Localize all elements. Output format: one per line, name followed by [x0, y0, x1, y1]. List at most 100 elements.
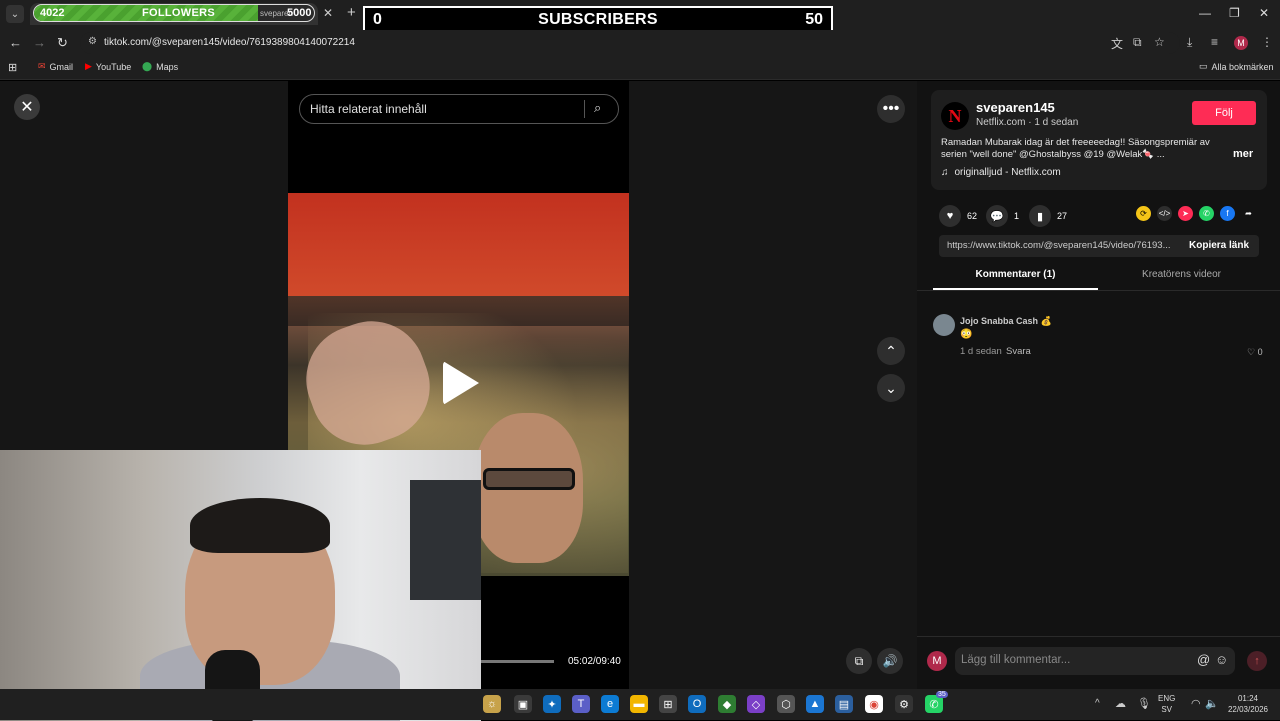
office-icon[interactable]: ◇: [747, 695, 765, 713]
bookmark-icon: ▮: [1029, 205, 1051, 227]
music-label: originalljud - Netflix.com: [954, 167, 1061, 178]
window-close-icon[interactable]: ✕: [1259, 6, 1269, 20]
menu-icon[interactable]: ⋮: [1261, 35, 1273, 49]
media-controls-icon[interactable]: ≡: [1211, 35, 1218, 49]
comment-input[interactable]: Lägg till kommentar... @ ☺: [955, 647, 1235, 675]
commenter-name[interactable]: Jojo Snabba Cash 💰: [960, 316, 1052, 327]
post-info-card: N sveparen145 Netflix.com · 1 d sedan Fö…: [931, 90, 1267, 190]
subscribers-goal: 50: [805, 11, 823, 28]
copy-link-button[interactable]: Kopiera länk: [1189, 240, 1249, 251]
minimize-icon[interactable]: —: [1199, 6, 1211, 20]
follow-button[interactable]: Följ: [1192, 101, 1256, 125]
bookmark-label: Gmail: [49, 61, 74, 72]
back-icon[interactable]: ←: [9, 35, 22, 50]
photos-icon[interactable]: ▲: [806, 695, 824, 713]
author-subline: Netflix.com · 1 d sedan: [976, 117, 1079, 128]
bookmark-gmail[interactable]: ✉ Gmail: [38, 61, 73, 72]
save-action[interactable]: ▮ 27: [1029, 205, 1067, 227]
translate-icon[interactable]: 文: [1111, 35, 1123, 52]
music-link[interactable]: ♫ originalljud - Netflix.com: [941, 167, 1061, 178]
edge-icon[interactable]: e: [601, 695, 619, 713]
more-button[interactable]: mer: [1233, 148, 1253, 160]
youtube-icon: ▶: [85, 61, 92, 71]
bookmark-star-icon[interactable]: ☆: [1154, 35, 1165, 49]
apps-grid-icon[interactable]: ⊞: [8, 61, 17, 74]
volume-icon[interactable]: 🔊: [877, 648, 903, 674]
comment-text: 😳: [960, 329, 973, 340]
tab-creator-videos[interactable]: Kreatörens videor: [1099, 269, 1264, 280]
like-action[interactable]: ♥ 62: [939, 205, 977, 227]
repost-icon[interactable]: ⟳: [1136, 206, 1151, 221]
comment-like[interactable]: ♡ 0: [1247, 347, 1263, 358]
microphone-icon[interactable]: 🎙: [1137, 697, 1151, 710]
speaker-icon[interactable]: 🔈: [1205, 697, 1219, 710]
picture-in-picture-icon[interactable]: ⧉: [846, 648, 872, 674]
cast-icon[interactable]: ⧉: [1133, 35, 1142, 50]
next-video-icon[interactable]: ⌄: [877, 374, 905, 402]
share-link-url[interactable]: https://www.tiktok.com/@sveparen145/vide…: [947, 240, 1171, 251]
shield-icon[interactable]: ◆: [718, 695, 736, 713]
emoji-icon[interactable]: ☺: [1215, 652, 1228, 667]
new-tab-icon[interactable]: +: [347, 4, 356, 21]
related-search-input[interactable]: Hitta relaterat innehåll ⌕: [299, 94, 619, 124]
language-indicator[interactable]: ENG SV: [1158, 693, 1175, 715]
clock[interactable]: 01:24 22/03/2026: [1223, 693, 1273, 715]
onedrive-icon[interactable]: ☁: [1115, 697, 1126, 710]
send-comment-icon[interactable]: ↑: [1247, 651, 1267, 671]
video-time: 05:02/09:40: [568, 656, 621, 667]
forward-icon[interactable]: →: [33, 35, 46, 50]
downloads-icon[interactable]: ⤓: [1187, 35, 1192, 50]
site-info-icon[interactable]: ⚙: [88, 36, 97, 47]
teams-icon[interactable]: T: [572, 695, 590, 713]
play-icon[interactable]: [443, 361, 483, 407]
previous-video-icon[interactable]: ⌃: [877, 337, 905, 365]
store-icon[interactable]: ⊞: [659, 695, 677, 713]
user-avatar: M: [927, 651, 947, 671]
video-area: ✕ Hitta relaterat innehåll ⌕ ••• ⌃ ⌄ 05:…: [0, 81, 917, 721]
bookmark-youtube[interactable]: ▶ YouTube: [85, 61, 131, 72]
post-details-panel: N sveparen145 Netflix.com · 1 d sedan Fö…: [917, 81, 1280, 689]
author-username[interactable]: sveparen145: [976, 100, 1055, 115]
outlook-icon[interactable]: O: [688, 695, 706, 713]
tiktok-page: ✕ Hitta relaterat innehåll ⌕ ••• ⌃ ⌄ 05:…: [0, 81, 1280, 721]
task-view-icon[interactable]: ▣: [514, 695, 532, 713]
settings-gear-icon[interactable]: ⚙: [895, 695, 913, 713]
cube-icon[interactable]: ⬡: [777, 695, 795, 713]
widgets-icon[interactable]: ☼: [483, 695, 501, 713]
embed-icon[interactable]: </>: [1157, 206, 1172, 221]
clock-time: 01:24: [1237, 694, 1259, 703]
netflix-avatar-icon[interactable]: N: [941, 102, 969, 130]
facebook-icon[interactable]: f: [1220, 206, 1235, 221]
bookmark-maps[interactable]: ⬤ Maps: [142, 61, 178, 72]
chrome-icon[interactable]: ◉: [865, 695, 883, 713]
tab-search-button[interactable]: ⌄: [6, 5, 24, 23]
search-icon[interactable]: ⌕: [594, 100, 601, 116]
share-icon[interactable]: ➦: [1241, 206, 1256, 221]
tab-divider: [917, 290, 1280, 291]
tray-chevron-icon[interactable]: ^: [1095, 698, 1100, 709]
mention-icon[interactable]: @: [1197, 652, 1210, 667]
address-bar-url[interactable]: tiktok.com/@sveparen145/video/7619389804…: [104, 37, 355, 48]
reload-icon[interactable]: ↻: [57, 35, 68, 51]
comment-action[interactable]: 💬 1: [986, 205, 1019, 227]
webcam-scene-hair: [190, 498, 330, 553]
commenter-avatar[interactable]: [933, 314, 955, 336]
close-video-icon[interactable]: ✕: [14, 94, 40, 120]
copilot-icon[interactable]: ✦: [543, 695, 561, 713]
folder-icon: ▭: [1199, 61, 1208, 71]
remote-desktop-icon[interactable]: ▤: [835, 695, 853, 713]
reply-button[interactable]: Svara: [1006, 346, 1031, 357]
like-count: 62: [967, 211, 978, 221]
restore-icon[interactable]: ❐: [1229, 6, 1240, 20]
file-explorer-icon[interactable]: ▬: [630, 695, 648, 713]
tab-comments[interactable]: Kommentarer (1): [933, 269, 1098, 280]
more-options-icon[interactable]: •••: [877, 95, 905, 123]
tab-close-icon[interactable]: ✕: [323, 6, 333, 20]
all-bookmarks[interactable]: ▭ Alla bokmärken: [1199, 61, 1274, 72]
whatsapp-icon[interactable]: ✆: [1199, 206, 1214, 221]
wifi-icon[interactable]: ◠: [1191, 697, 1201, 710]
whatsapp-badge: 35: [936, 691, 948, 698]
profile-avatar[interactable]: M: [1234, 36, 1248, 50]
send-icon[interactable]: ➤: [1178, 206, 1193, 221]
video-seek-bar[interactable]: [481, 660, 554, 663]
